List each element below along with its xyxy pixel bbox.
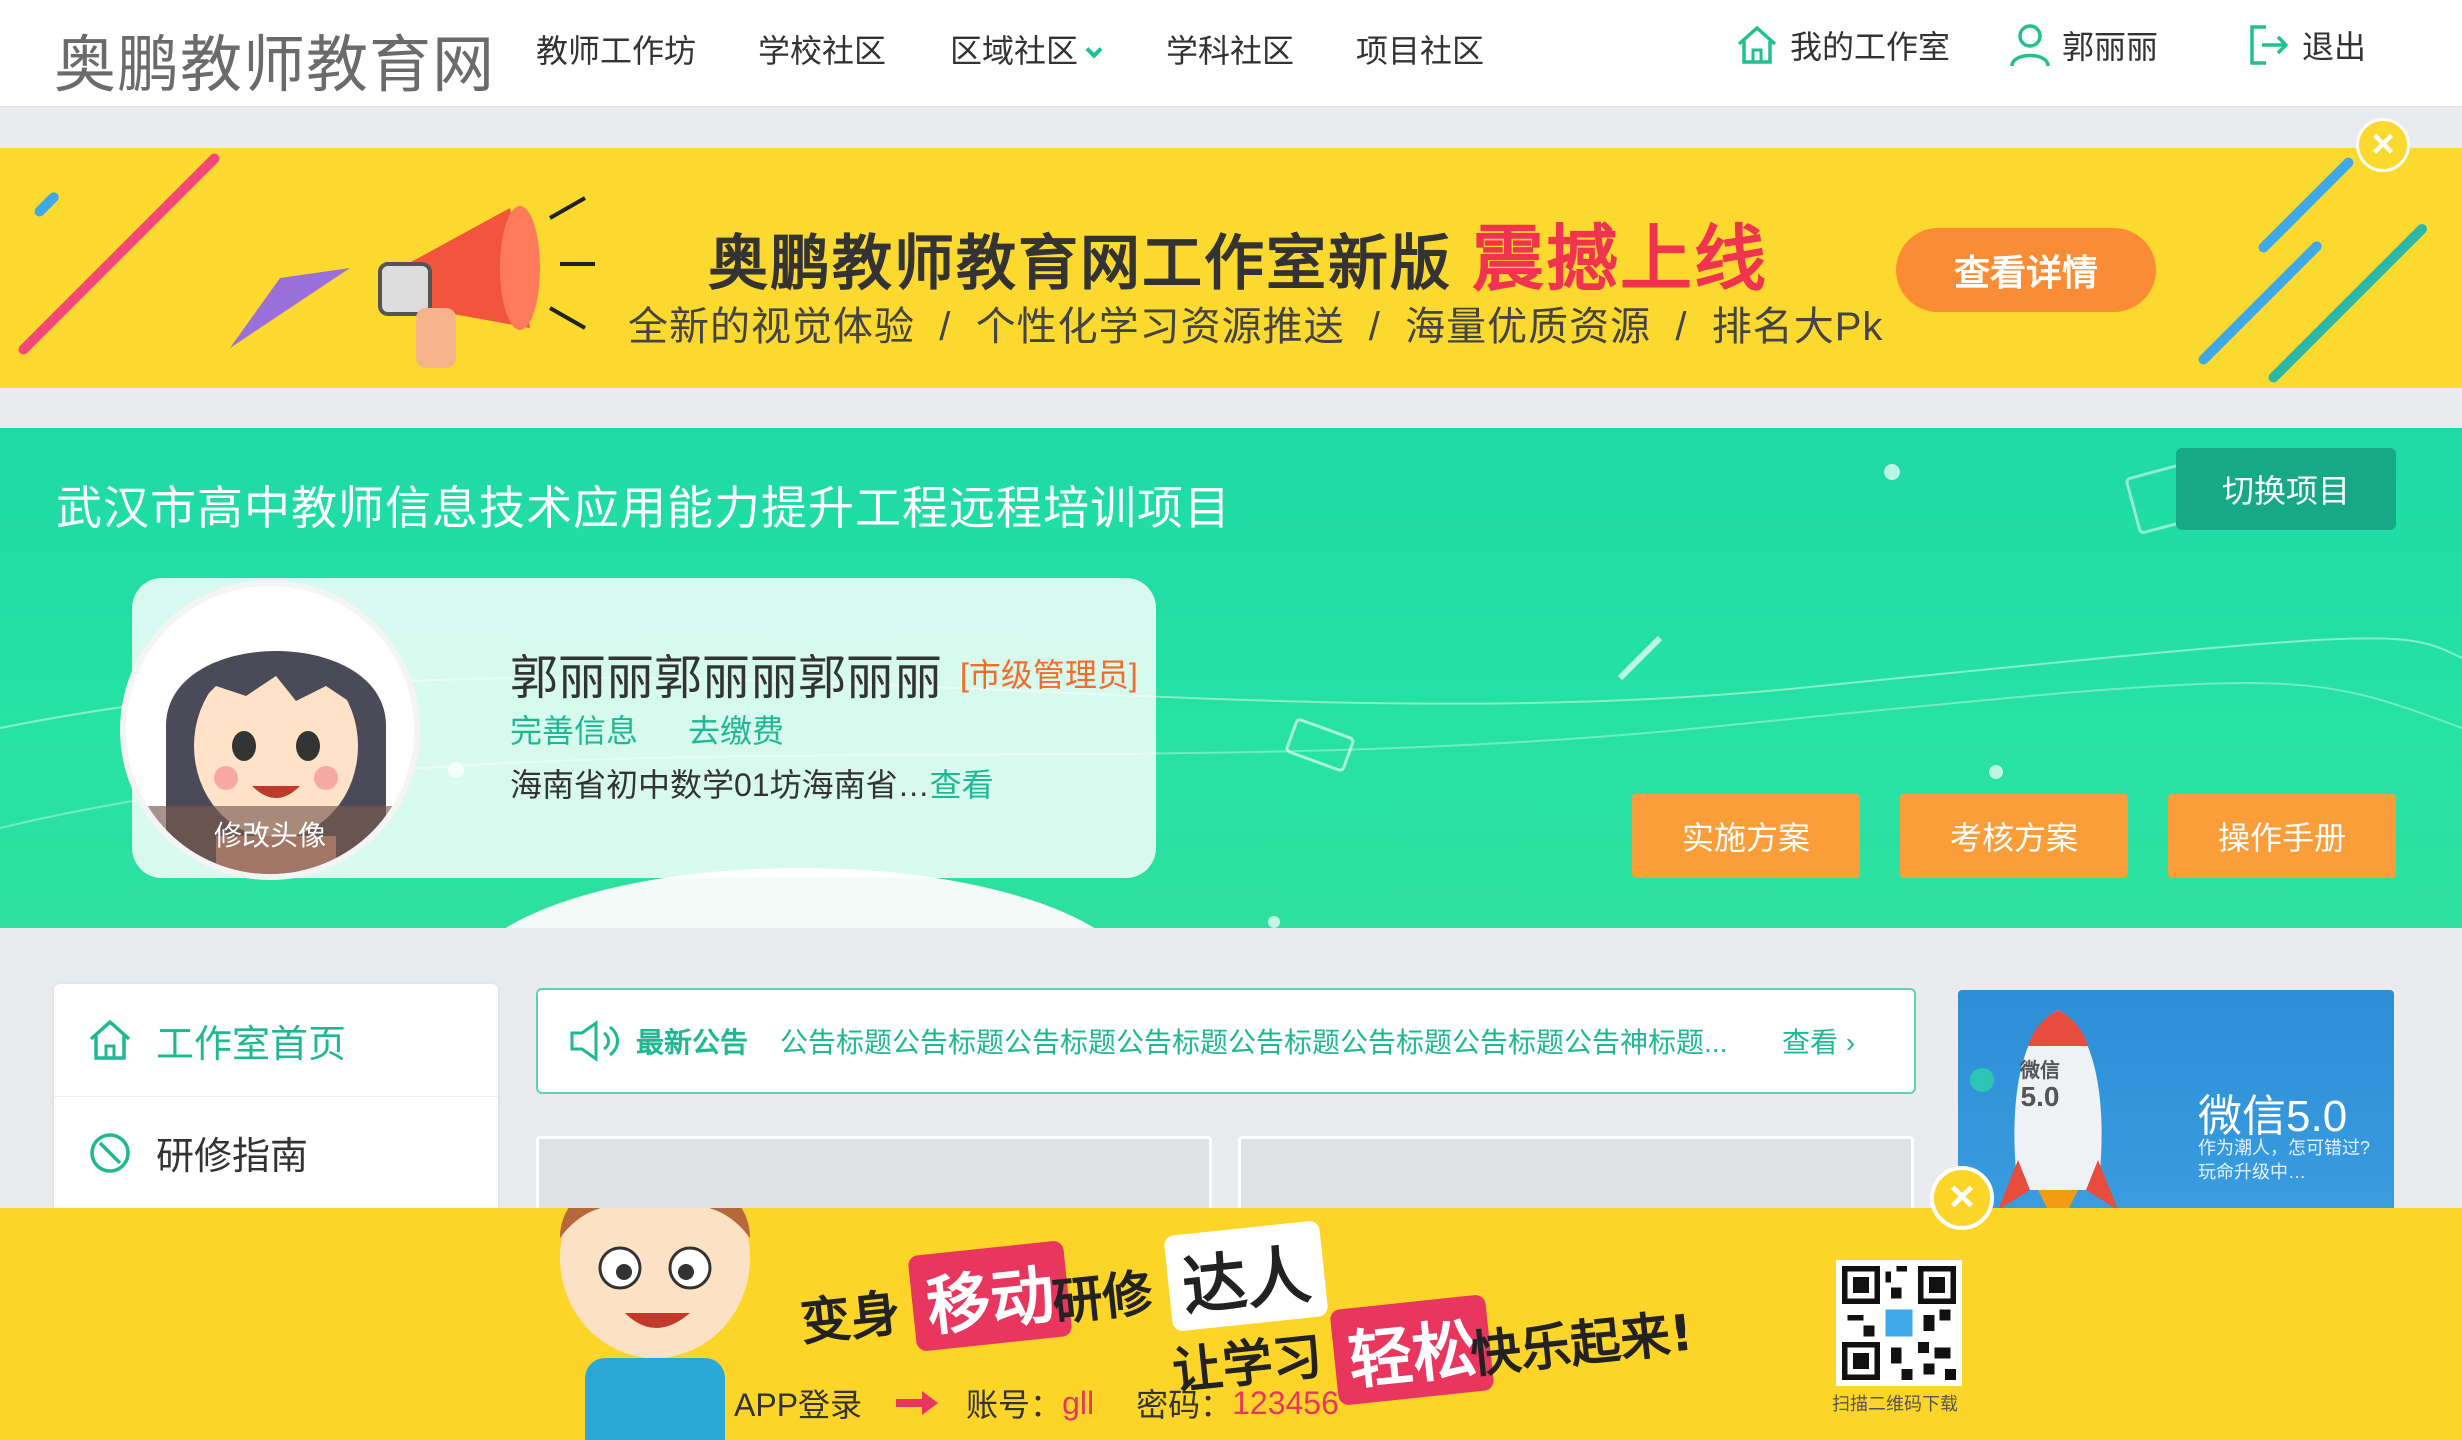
account-value: gll [1062, 1384, 1095, 1421]
notice-more-label: 查看 [1782, 1027, 1839, 1058]
slogan-word: 快乐起来! [1467, 1303, 1696, 1385]
assessment-plan-button[interactable]: 考核方案 [1900, 794, 2128, 878]
switch-project-button[interactable]: 切换项目 [2176, 448, 2396, 530]
announcement-banner: 奥鹏教师教育网工作室新版 震撼上线 全新的视觉体验 / 个性化学习资源推送 / 海… [0, 148, 2462, 388]
profile-user-name: 郭丽丽郭丽丽郭丽丽 [510, 652, 943, 705]
notice-text[interactable]: 公告标题公告标题公告标题公告标题公告标题公告标题公告标题公告神标题... [780, 1021, 1730, 1061]
banner-title-highlight: 震撼上线 [1472, 220, 1769, 300]
app-banner-close-icon[interactable]: × [1930, 1166, 1994, 1230]
project-header: 武汉市高中教师信息技术应用能力提升工程远程培训项目 切换项目 修改头像 郭丽丽郭… [0, 428, 2462, 928]
decor-stripe [32, 190, 61, 219]
logout-link[interactable]: 退出 [2248, 22, 2366, 68]
avatar[interactable]: 修改头像 [120, 580, 420, 880]
implementation-plan-button[interactable]: 实施方案 [1632, 794, 1860, 878]
promo-subtitle-line1: 作为潮人，怎可错过? [2198, 1138, 2371, 1158]
qr-code[interactable] [1836, 1260, 1962, 1386]
nav-link-teacher-workshop[interactable]: 教师工作坊 [536, 26, 696, 72]
home-icon [89, 1020, 131, 1060]
profile-org-more-link[interactable]: 查看 [930, 767, 994, 803]
promo-rocket-label-2: 5.0 [2020, 1081, 2060, 1112]
banner-subtitle: 全新的视觉体验 / 个性化学习资源推送 / 海量优质资源 / 排名大Pk [628, 305, 1884, 349]
top-navigation: 奥鹏教师教育网 教师工作坊 学校社区 区域社区 学科社区 项目社区 我的工作室 … [0, 0, 2462, 107]
complete-info-link[interactable]: 完善信息 [510, 706, 638, 752]
sidebar-item-study-guide[interactable]: 研修指南 [54, 1096, 498, 1208]
home-icon [1737, 26, 1777, 64]
nav-link-project-community[interactable]: 项目社区 [1356, 26, 1484, 72]
notice-label: 最新公告 [636, 1027, 749, 1058]
promo-rocket-label-1: 微信 [2020, 1060, 2060, 1082]
sidebar-item-label: 工作室首页 [156, 1023, 347, 1066]
compass-icon [90, 1132, 130, 1173]
notice-more-link[interactable]: 查看 › [1782, 1021, 1855, 1061]
slogan-word: 研修 [1049, 1263, 1156, 1333]
app-download-banner: 变身 移动 研修 达人 让学习 轻松 快乐起来! APP登录 账号： gll 密… [0, 1208, 2462, 1440]
speaker-icon [570, 1020, 619, 1062]
chevron-down-icon [1085, 41, 1103, 59]
profile-org-text: 海南省初中数学01坊海南省… [510, 767, 930, 803]
qr-caption: 扫描二维码下载 [1832, 1394, 1958, 1414]
promo-subtitle: 作为潮人，怎可错过? 玩命升级中… [2198, 1136, 2370, 1184]
user-manual-button[interactable]: 操作手册 [2168, 794, 2396, 878]
wechat-promo[interactable]: 微信 5.0 微信5.0 作为潮人，怎可错过? 玩命升级中… [1958, 990, 2394, 1230]
password-value: 123456 [1232, 1384, 1339, 1421]
app-login-label: APP登录 [734, 1387, 863, 1423]
user-menu-name: 郭丽丽 [2062, 29, 2159, 65]
decor-stripe [2256, 155, 2356, 255]
promo-subtitle-line2: 玩命升级中… [2198, 1162, 2306, 1182]
nav-link-region-community[interactable]: 区域社区 [950, 26, 1103, 72]
view-details-button[interactable]: 查看详情 [1896, 228, 2156, 312]
user-menu[interactable]: 郭丽丽 [2008, 22, 2158, 68]
qr-code-icon [1842, 1266, 1956, 1380]
megaphone-icon [378, 196, 595, 368]
arrow-right-icon [896, 1391, 939, 1415]
notice-bar: 最新公告 公告标题公告标题公告标题公告标题公告标题公告标题公告标题公告神标题..… [536, 988, 1916, 1094]
triangle-decor-icon [230, 268, 350, 348]
promo-rocket-label: 微信 5.0 [2020, 1058, 2060, 1113]
edit-avatar-button[interactable]: 修改头像 [126, 806, 414, 874]
nav-link-school-community[interactable]: 学校社区 [758, 26, 886, 72]
decor-stripe [16, 151, 222, 357]
app-login-info: APP登录 账号： gll 密码： 123456 [734, 1380, 1339, 1426]
profile-org: 海南省初中数学01坊海南省…查看 [510, 760, 994, 806]
decor-stripe [2266, 221, 2430, 385]
pay-fees-link[interactable]: 去缴费 [688, 706, 784, 752]
slogan-word: 变身 [797, 1283, 904, 1353]
nav-link-region-label: 区域社区 [950, 33, 1079, 69]
user-icon [2010, 24, 2050, 67]
logout-icon [2250, 25, 2288, 65]
profile-user-role: [市级管理员] [960, 657, 1138, 693]
my-studio-label: 我的工作室 [1790, 29, 1951, 65]
sidebar-item-studio-home[interactable]: 工作室首页 [54, 984, 498, 1096]
site-logo[interactable]: 奥鹏教师教育网 [54, 14, 495, 104]
account-label: 账号： [966, 1387, 1063, 1423]
promo-title: 微信5.0 [2198, 1092, 2348, 1141]
slogan-word: 达人 [1163, 1220, 1329, 1332]
chevron-right-icon: › [1845, 1027, 1856, 1058]
sidebar-item-label: 研修指南 [156, 1136, 309, 1178]
project-title: 武汉市高中教师信息技术应用能力提升工程远程培训项目 [56, 482, 1231, 534]
password-label: 密码： [1136, 1387, 1233, 1423]
logout-label: 退出 [2302, 29, 2367, 65]
banner-title-main: 奥鹏教师教育网工作室新版 [708, 230, 1452, 297]
my-studio-link[interactable]: 我的工作室 [1734, 22, 1950, 68]
slogan-word: 移动 [907, 1240, 1073, 1352]
nav-link-subject-community[interactable]: 学科社区 [1166, 26, 1294, 72]
banner-title: 奥鹏教师教育网工作室新版 震撼上线 [708, 200, 1768, 305]
banner-close-icon[interactable]: × [2356, 118, 2410, 172]
